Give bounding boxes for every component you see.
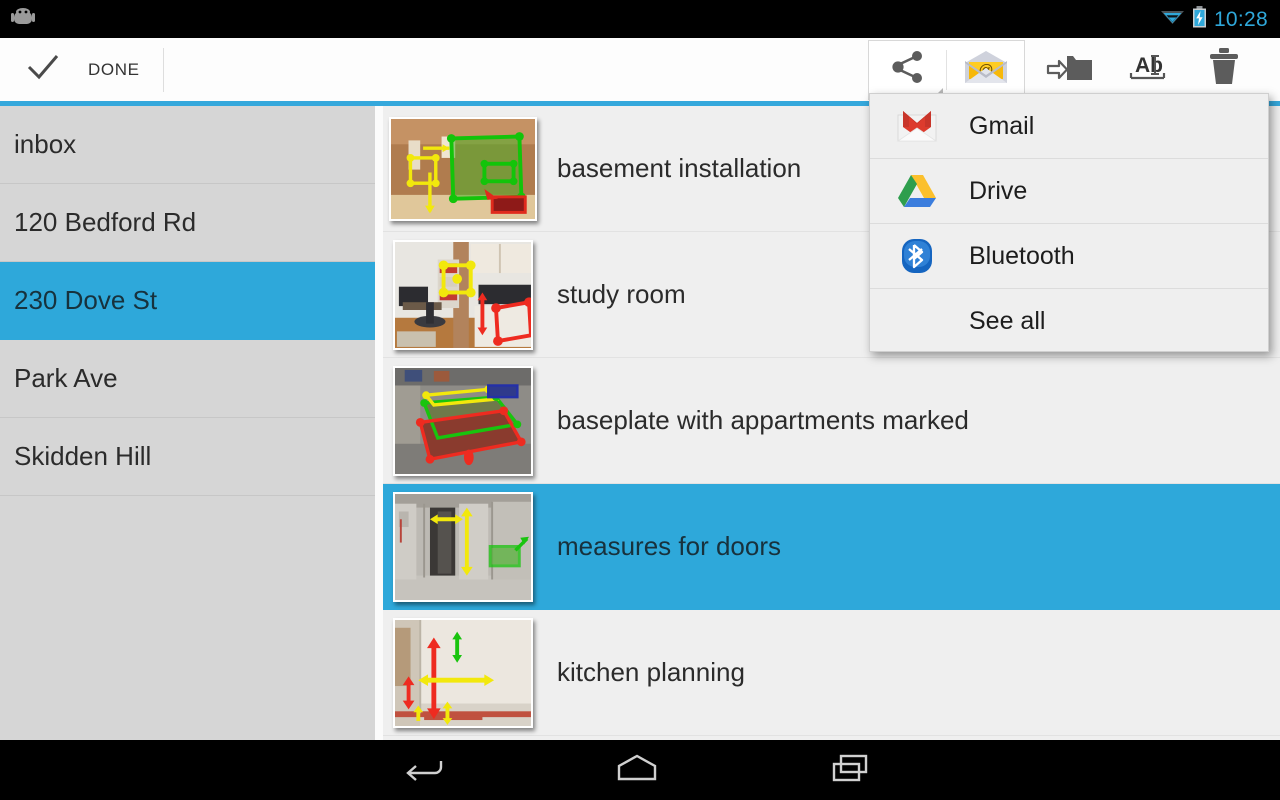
back-arrow-icon	[403, 753, 445, 788]
sidebar-item-park-ave[interactable]: Park Ave	[0, 340, 383, 418]
sidebar-empty-space	[0, 496, 383, 696]
menu-item-drive[interactable]: Drive	[870, 159, 1268, 224]
move-to-folder-icon	[1046, 49, 1094, 90]
gmail-icon	[894, 109, 940, 143]
action-bar-divider	[163, 47, 164, 92]
table-row[interactable]: measures for doors	[383, 484, 1280, 610]
table-row[interactable]: baseplate with appartments marked	[383, 358, 1280, 484]
sidebar-item-skidden-hill[interactable]: Skidden Hill	[0, 418, 383, 496]
recent-apps-icon	[830, 752, 870, 789]
sidebar-item-230-dove-st[interactable]: 230 Dove St	[0, 262, 383, 340]
nav-home-button[interactable]	[530, 740, 743, 800]
study-room-photo-thumbnail	[393, 239, 533, 350]
basement-photo-thumbnail	[389, 116, 537, 221]
checkmark-icon	[26, 52, 60, 87]
rename-button[interactable]: Ab	[1108, 38, 1185, 101]
sidebar-item-label: 120 Bedford Rd	[14, 207, 197, 237]
move-to-folder-button[interactable]	[1031, 38, 1108, 101]
bluetooth-icon	[894, 237, 940, 275]
share-button[interactable]	[869, 41, 946, 99]
sidebar-item-label: Skidden Hill	[14, 441, 152, 471]
delete-button[interactable]	[1185, 38, 1262, 101]
folder-sidebar: inbox 120 Bedford Rd 230 Dove St Park Av…	[0, 106, 383, 740]
thumbnail-container	[383, 491, 543, 602]
app-screen: 10:28 DONE Ab inbox 120 Bedford Rd 230 D…	[0, 0, 1280, 800]
menu-item-label: Gmail	[969, 111, 1035, 140]
table-row[interactable]: kitchen planning	[383, 610, 1280, 736]
home-icon	[614, 753, 660, 788]
kitchen-photo-thumbnail	[393, 617, 533, 728]
sidebar-item-label: Park Ave	[14, 363, 118, 393]
status-bar: 10:28	[0, 0, 1280, 38]
android-logo-icon	[10, 6, 36, 33]
thumbnail-container	[383, 365, 543, 476]
done-button[interactable]: DONE	[0, 38, 163, 101]
battery-charging-icon	[1192, 5, 1207, 33]
done-button-label: DONE	[88, 59, 140, 79]
status-bar-left	[0, 6, 36, 33]
sidebar-item-label: 230 Dove St	[14, 285, 158, 315]
share-dropdown-menu: Gmail Drive Bluetooth See all	[869, 93, 1269, 352]
thumbnail-container	[383, 617, 543, 728]
action-bar: DONE Ab	[0, 38, 1280, 101]
nav-recents-button[interactable]	[743, 740, 956, 800]
wifi-icon	[1160, 7, 1185, 31]
sidebar-item-120-bedford-rd[interactable]: 120 Bedford Rd	[0, 184, 383, 262]
sidebar-item-inbox[interactable]: inbox	[0, 106, 383, 184]
nav-back-button[interactable]	[317, 740, 530, 800]
menu-item-label: Bluetooth	[969, 241, 1075, 270]
menu-item-gmail[interactable]: Gmail	[870, 94, 1268, 159]
email-button[interactable]: @	[947, 41, 1024, 99]
menu-item-bluetooth[interactable]: Bluetooth	[870, 224, 1268, 289]
share-icon	[889, 48, 927, 91]
thumbnail-container	[383, 239, 543, 350]
document-title: study room	[557, 279, 686, 309]
document-title: basement installation	[557, 153, 802, 183]
status-bar-right: 10:28	[1160, 5, 1280, 33]
rename-text-icon: Ab	[1123, 50, 1171, 89]
status-bar-clock: 10:28	[1213, 7, 1268, 31]
document-title: baseplate with appartments marked	[557, 405, 969, 435]
doors-photo-thumbnail	[393, 491, 533, 602]
action-bar-buttons: @ Ab	[868, 38, 1280, 101]
baseplate-photo-thumbnail	[393, 365, 533, 476]
thumbnail-container	[383, 116, 543, 221]
sidebar-item-label: inbox	[14, 129, 77, 159]
menu-item-label: See all	[969, 307, 1046, 335]
navigation-bar	[0, 740, 1280, 800]
menu-item-label: Drive	[969, 176, 1028, 205]
share-button-group: @	[868, 39, 1025, 100]
document-title: measures for doors	[557, 531, 781, 561]
menu-item-see-all[interactable]: See all	[870, 289, 1268, 354]
document-title: kitchen planning	[557, 657, 745, 687]
email-envelope-icon: @	[963, 49, 1009, 90]
trash-icon	[1207, 47, 1241, 92]
google-drive-icon	[894, 173, 940, 209]
